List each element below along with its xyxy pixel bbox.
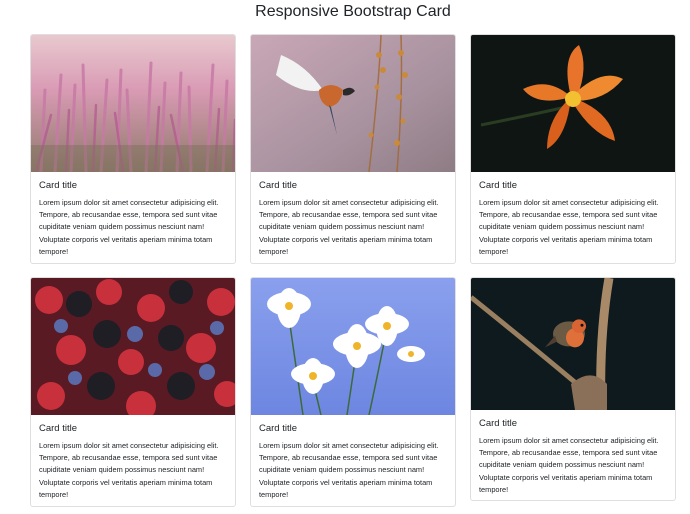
card-title: Card title bbox=[479, 418, 518, 429]
card-text: Lorem ipsum dolor sit amet consectetur a… bbox=[259, 441, 439, 499]
card-body: Card title Lorem ipsum dolor sit amet co… bbox=[471, 172, 675, 263]
card-title: Card title bbox=[259, 180, 298, 191]
card-body: Card title Lorem ipsum dolor sit amet co… bbox=[251, 172, 455, 263]
card: Card title Lorem ipsum dolor sit amet co… bbox=[470, 277, 676, 501]
card-title: Card title bbox=[39, 423, 78, 434]
card-title: Card title bbox=[259, 423, 298, 434]
mixed-berries-image bbox=[31, 278, 235, 415]
bird-in-flight-image bbox=[251, 35, 455, 172]
card-body: Card title Lorem ipsum dolor sit amet co… bbox=[251, 415, 455, 506]
robin-on-branch-image bbox=[471, 278, 675, 410]
card: Card title Lorem ipsum dolor sit amet co… bbox=[470, 34, 676, 264]
card: Card title Lorem ipsum dolor sit amet co… bbox=[250, 277, 456, 507]
card-body: Card title Lorem ipsum dolor sit amet co… bbox=[471, 410, 675, 500]
heather-flowers-image bbox=[31, 35, 235, 172]
card-title: Card title bbox=[479, 180, 518, 191]
card: Card title Lorem ipsum dolor sit amet co… bbox=[30, 277, 236, 507]
card: Card title Lorem ipsum dolor sit amet co… bbox=[250, 34, 456, 264]
page-title: Responsive Bootstrap Card bbox=[255, 3, 451, 20]
card-text: Lorem ipsum dolor sit amet consectetur a… bbox=[39, 198, 219, 256]
white-daisies-image bbox=[251, 278, 455, 415]
card: Card title Lorem ipsum dolor sit amet co… bbox=[30, 34, 236, 264]
card-text: Lorem ipsum dolor sit amet consectetur a… bbox=[479, 198, 659, 256]
orange-lily-image bbox=[471, 35, 675, 172]
card-text: Lorem ipsum dolor sit amet consectetur a… bbox=[479, 436, 659, 494]
card-text: Lorem ipsum dolor sit amet consectetur a… bbox=[39, 441, 219, 499]
card-body: Card title Lorem ipsum dolor sit amet co… bbox=[31, 415, 235, 506]
card-body: Card title Lorem ipsum dolor sit amet co… bbox=[31, 172, 235, 263]
card-text: Lorem ipsum dolor sit amet consectetur a… bbox=[259, 198, 439, 256]
card-title: Card title bbox=[39, 180, 78, 191]
